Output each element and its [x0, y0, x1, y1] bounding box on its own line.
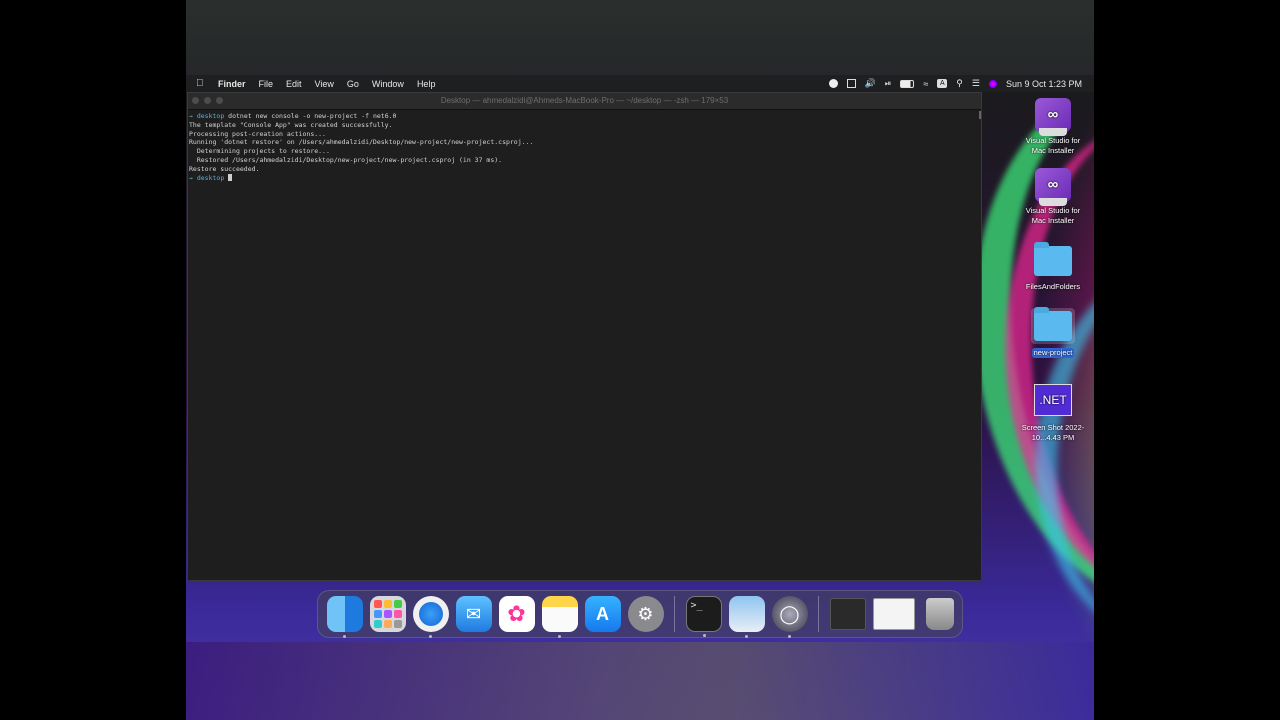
running-indicator — [702, 634, 706, 637]
dotnet-icon: .NET — [1034, 384, 1072, 416]
dock: ✉ ✿ A ⚙ >_ ◯ — [317, 590, 963, 638]
running-indicator — [744, 635, 748, 638]
dock-quicktime-icon[interactable]: ◯ — [771, 596, 808, 638]
folder-icon — [1034, 242, 1072, 276]
terminal-line: Restore succeeded. — [189, 164, 260, 173]
visual-studio-icon: ∞ — [1035, 98, 1071, 136]
running-indicator — [428, 635, 432, 638]
terminal-title: Desktop — ahmedalzidi@Ahmeds-MacBook-Pro… — [440, 96, 729, 105]
visual-studio-icon: ∞ — [1035, 168, 1071, 206]
current-prompt-line[interactable]: → desktop — [189, 173, 981, 183]
folder-icon — [1034, 307, 1072, 341]
desktop-icon-new-project[interactable]: new-project — [1008, 307, 1098, 358]
dock-system-preferences-icon[interactable]: ⚙ — [627, 596, 664, 632]
wifi-icon[interactable]: ≈ — [923, 79, 928, 89]
menu-edit[interactable]: Edit — [286, 79, 302, 89]
desktop-icon-label: Screen Shot 2022-10...4.43 PM — [1021, 423, 1085, 442]
search-icon[interactable]: ⚲ — [956, 78, 963, 89]
terminal-window[interactable]: Desktop — ahmedalzidi@Ahmeds-MacBook-Pro… — [187, 92, 982, 581]
input-source-icon[interactable]: A — [937, 79, 948, 88]
terminal-line: The template "Console App" was created s… — [189, 120, 393, 129]
dock-mail-icon[interactable]: ✉ — [455, 596, 492, 632]
desktop-icon-label: new-project — [1031, 348, 1075, 358]
volume-icon[interactable]: 🔊 — [865, 78, 876, 89]
desktop-icon-screen-shot[interactable]: .NET Screen Shot 2022-10...4.43 PM — [1008, 384, 1098, 443]
dock-trash-icon[interactable] — [922, 596, 958, 632]
video-bottom-area — [186, 642, 1094, 720]
dock-notes-icon[interactable] — [541, 596, 578, 638]
status-area: 🔊 ⏯ ≈ A ⚲ ☰ Sun 9 Oct 1:23 PM — [828, 78, 1082, 89]
desktop-icon-vs-installer-2[interactable]: ∞ Visual Studio for Mac Installer — [1008, 168, 1098, 226]
command-text: dotnet new console -o new-project -f net… — [228, 112, 397, 120]
running-indicator — [787, 635, 791, 638]
apple-menu-icon[interactable]:  — [196, 78, 210, 89]
terminal-line: → desktop dotnet new console -o new-proj… — [189, 112, 981, 121]
dock-finder-icon[interactable] — [326, 596, 363, 638]
play-icon[interactable]: ⏯ — [885, 79, 891, 89]
terminal-line: Running 'dotnet restore' on /Users/ahmed… — [189, 138, 534, 147]
dock-launchpad-icon[interactable] — [369, 596, 406, 632]
battery-icon[interactable] — [900, 79, 915, 88]
dock-photos-icon[interactable]: ✿ — [498, 596, 535, 632]
desktop-icon-files-and-folders[interactable]: FilesAndFolders — [1008, 242, 1098, 292]
menu-bar:  Finder File Edit View Go Window Help 🔊… — [186, 75, 1094, 92]
dock-separator — [818, 596, 819, 632]
terminal-line: Processing post-creation actions... — [189, 129, 326, 138]
menu-file[interactable]: File — [259, 79, 274, 89]
desktop-icon-label: Visual Studio for Mac Installer — [1025, 206, 1081, 225]
scrollbar[interactable] — [979, 111, 981, 119]
dock-minimized-terminal-window[interactable] — [829, 596, 866, 632]
terminal-titlebar[interactable]: Desktop — ahmedalzidi@Ahmeds-MacBook-Pro… — [188, 93, 981, 110]
menu-help[interactable]: Help — [417, 79, 436, 89]
desktop-icon-label: Visual Studio for Mac Installer — [1025, 136, 1081, 155]
prompt-arrow: → — [189, 173, 193, 182]
running-indicator — [557, 635, 561, 638]
menu-view[interactable]: View — [315, 79, 334, 89]
control-grid-icon[interactable] — [846, 79, 856, 88]
menu-app-finder[interactable]: Finder — [218, 79, 246, 89]
selection-highlight — [1031, 307, 1075, 344]
dock-terminal-icon[interactable]: >_ — [685, 596, 722, 637]
control-center-icon[interactable]: ☰ — [972, 78, 980, 89]
screen-record-icon[interactable] — [828, 79, 838, 88]
running-indicator — [342, 635, 346, 638]
dock-app-store-icon[interactable]: A — [584, 596, 621, 632]
dock-separator — [674, 596, 675, 632]
siri-icon[interactable] — [988, 79, 997, 88]
prompt-arrow: → — [189, 112, 193, 120]
video-top-area — [186, 0, 1094, 76]
menu-go[interactable]: Go — [347, 79, 359, 89]
prompt-dir: desktop — [196, 173, 225, 182]
clock[interactable]: Sun 9 Oct 1:23 PM — [1006, 79, 1082, 89]
terminal-line: Restored /Users/ahmedalzidi/Desktop/new-… — [189, 155, 503, 164]
dock-preview-icon[interactable] — [728, 596, 765, 638]
terminal-output[interactable]: → desktop dotnet new console -o new-proj… — [188, 110, 981, 182]
desktop-icon-label: FilesAndFolders — [1025, 282, 1081, 291]
terminal-line: Determining projects to restore... — [189, 147, 330, 156]
terminal-glyph: >_ — [690, 600, 703, 611]
dock-minimized-finder-window[interactable] — [872, 596, 915, 632]
text-cursor — [228, 173, 233, 181]
prompt-dir: desktop — [196, 112, 225, 120]
dock-safari-icon[interactable] — [412, 596, 449, 638]
menu-window[interactable]: Window — [372, 79, 404, 89]
desktop-icon-vs-installer-1[interactable]: ∞ Visual Studio for Mac Installer — [1008, 98, 1098, 156]
